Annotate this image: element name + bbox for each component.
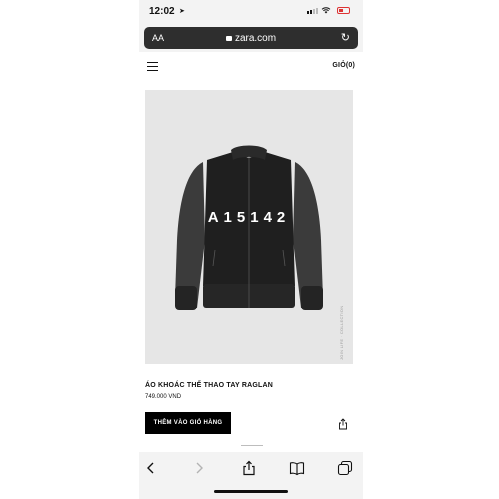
product-price: 749.000 VND [145, 394, 182, 400]
browser-chrome: AA zara.com ↻ [139, 24, 363, 52]
image-slider-indicator [241, 445, 263, 446]
phone-screen: 12:02 ➤ AA zara.com ↻ GIỎ(0) A15142 JOIN… [139, 0, 363, 499]
collection-caption: JOIN LIFE · COLLECTION [339, 305, 344, 360]
forward-icon[interactable] [191, 460, 207, 476]
hamburger-menu-icon[interactable] [147, 62, 158, 71]
status-time: 12:02 [149, 6, 175, 17]
battery-icon [337, 7, 350, 14]
tabs-icon[interactable] [337, 460, 353, 476]
jacket-print: A15142 [208, 209, 291, 226]
url-display[interactable]: zara.com [144, 33, 358, 44]
back-icon[interactable] [143, 460, 159, 476]
home-indicator [214, 490, 288, 493]
bookmarks-icon[interactable] [289, 460, 305, 476]
wifi-icon [321, 7, 331, 14]
lock-icon [225, 36, 232, 41]
share-icon[interactable] [241, 460, 257, 476]
status-bar: 12:02 ➤ [139, 0, 363, 24]
add-to-cart-button[interactable]: THÊM VÀO GIỎ HÀNG [145, 412, 231, 434]
product-share-icon[interactable] [338, 418, 348, 430]
url-text: zara.com [234, 33, 277, 44]
location-icon: ➤ [179, 8, 185, 15]
cart-link[interactable]: GIỎ(0) [332, 62, 355, 69]
signal-icon [307, 8, 318, 14]
address-bar[interactable]: AA zara.com ↻ [144, 27, 358, 49]
reload-icon[interactable]: ↻ [341, 31, 350, 44]
product-title: ÁO KHOÁC THỂ THAO TAY RAGLAN [145, 382, 273, 389]
jacket-print-text: A15142 [208, 209, 291, 226]
product-image[interactable]: A15142 JOIN LIFE · COLLECTION [145, 90, 353, 446]
